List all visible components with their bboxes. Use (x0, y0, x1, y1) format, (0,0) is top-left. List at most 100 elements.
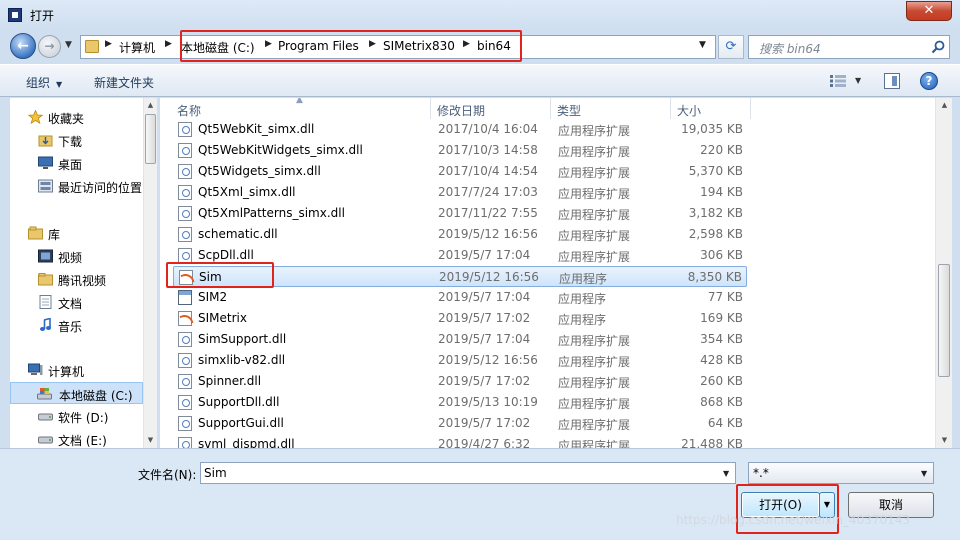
table-row[interactable]: schematic.dll 2019/5/12 16:56 应用程序扩展 2,598 … (173, 224, 747, 245)
library-icon (28, 226, 43, 240)
recent-pages-chevron-icon[interactable]: ▼ (65, 40, 75, 50)
file-size: 194 KB (700, 185, 743, 199)
preview-pane-icon[interactable] (884, 73, 900, 89)
file-size: 64 KB (707, 416, 743, 430)
file-date: 2019/5/7 17:02 (438, 311, 531, 325)
scroll-up-icon[interactable]: ▲ (146, 101, 155, 109)
sidebar-item-label: 下载 (58, 135, 83, 149)
dll-file-icon (178, 143, 192, 158)
scroll-down-icon[interactable]: ▼ (940, 436, 949, 444)
file-type: 应用程序扩展 (558, 376, 631, 390)
sidebar-item-computer[interactable]: 计算机 (10, 359, 143, 381)
scrollbar-thumb[interactable] (145, 114, 156, 164)
table-row[interactable]: Spinner.dll 2019/5/7 17:02 应用程序扩展 260 KB (173, 371, 747, 392)
sort-ascending-icon: ▲ (296, 98, 303, 105)
file-list-scrollbar[interactable]: ▲ ▼ (935, 98, 952, 448)
file-type: 应用程序扩展 (558, 439, 631, 448)
table-row[interactable]: Qt5WebKit_simx.dll 2017/10/4 16:04 应用程序扩展 1… (173, 119, 747, 140)
forward-button[interactable]: → (38, 35, 61, 58)
column-header-size[interactable]: 大小 (671, 98, 751, 119)
file-type: 应用程序 (559, 272, 608, 286)
help-icon[interactable]: ? (920, 72, 938, 90)
drive-icon (37, 388, 52, 400)
breadcrumb-computer[interactable]: 计算机 (119, 39, 155, 56)
dll-file-icon (178, 227, 192, 242)
file-type: 应用程序扩展 (558, 250, 631, 264)
table-row[interactable]: Qt5Xml_simx.dll 2017/7/24 17:03 应用程序扩展 194 … (173, 182, 747, 203)
sidebar-item-label: 腾讯视频 (58, 274, 107, 288)
dll-file-icon (178, 164, 192, 179)
desktop-icon (38, 156, 53, 169)
sidebar-item-label: 桌面 (58, 158, 83, 172)
table-row[interactable]: SupportGui.dll 2019/5/7 17:02 应用程序扩展 64 KB (173, 413, 747, 434)
sidebar-item-documents-e[interactable]: 文档 (E:) (10, 428, 143, 448)
sidebar-item-documents[interactable]: 文档 (10, 291, 143, 313)
file-type: 应用程序扩展 (558, 355, 631, 369)
column-header-date[interactable]: 修改日期 (431, 98, 551, 119)
sidebar-item-label: 库 (48, 228, 61, 242)
sidebar-item-favorites[interactable]: 收藏夹 (10, 106, 143, 128)
file-size: 306 KB (700, 248, 743, 262)
sidebar-item-local-disk-c[interactable]: 本地磁盘 (C:) (10, 382, 143, 404)
column-header-name[interactable]: 名称 ▲ (160, 98, 431, 119)
sidebar-item-music[interactable]: 音乐 (10, 314, 143, 336)
folder-icon (38, 273, 53, 286)
file-name: svml_dispmd.dll (198, 437, 295, 448)
document-icon (39, 295, 52, 309)
table-row[interactable]: SimSupport.dll 2019/5/7 17:04 应用程序扩展 354 KB (173, 329, 747, 350)
new-folder-button[interactable]: 新建文件夹 (94, 74, 154, 91)
table-row[interactable]: SIM2 2019/5/7 17:04 应用程序 77 KB (173, 287, 747, 308)
sidebar-item-label: 收藏夹 (48, 112, 85, 126)
sidebar-item-tencent-video[interactable]: 腾讯视频 (10, 268, 143, 290)
table-row[interactable]: svml_dispmd.dll 2019/4/27 6:32 应用程序扩展 21,48… (173, 434, 747, 448)
breadcrumb-separator-icon[interactable]: ▶ (165, 39, 172, 49)
filename-input[interactable]: Sim ▼ (200, 462, 736, 484)
address-history-chevron-icon[interactable]: ▼ (699, 40, 706, 50)
file-date: 2019/4/27 6:32 (438, 437, 531, 448)
breadcrumb-separator-icon[interactable]: ▶ (105, 39, 112, 49)
command-toolbar: 组织 ▼ 新建文件夹 ▼ ? (0, 64, 960, 97)
file-date: 2019/5/12 16:56 (438, 353, 538, 367)
file-name: SIMetrix (198, 311, 247, 325)
sidebar-item-videos[interactable]: 视频 (10, 245, 143, 267)
view-options-icon[interactable] (830, 75, 846, 87)
sidebar-item-downloads[interactable]: 下载 (10, 129, 143, 151)
file-name: Spinner.dll (198, 374, 262, 388)
scrollbar-thumb[interactable] (938, 264, 950, 377)
sidebar-item-software-d[interactable]: 软件 (D:) (10, 405, 143, 427)
filename-history-chevron-icon[interactable]: ▼ (723, 469, 729, 478)
computer-icon (28, 363, 43, 375)
file-size: 220 KB (700, 143, 743, 157)
table-row[interactable]: simxlib-v82.dll 2019/5/12 16:56 应用程序扩展 428 … (173, 350, 747, 371)
table-row[interactable]: Qt5WebKitWidgets_simx.dll 2017/10/3 14:58… (173, 140, 747, 161)
scroll-up-icon[interactable]: ▲ (940, 101, 949, 109)
sidebar-item-desktop[interactable]: 桌面 (10, 152, 143, 174)
file-type: 应用程序扩展 (558, 145, 631, 159)
view-options-chevron-icon[interactable]: ▼ (855, 76, 861, 85)
navigation-pane-scrollbar[interactable]: ▲ ▼ (143, 98, 157, 448)
file-type: 应用程序扩展 (558, 208, 631, 222)
file-type-filter[interactable]: *.* ▼ (748, 462, 934, 484)
back-button[interactable]: ← (10, 33, 36, 59)
refresh-button[interactable]: ⟳ (718, 35, 744, 59)
column-header-type[interactable]: 类型 (551, 98, 671, 119)
file-size: 868 KB (700, 395, 743, 409)
filter-chevron-icon: ▼ (921, 469, 928, 478)
file-type: 应用程序扩展 (558, 397, 631, 411)
table-row[interactable]: SIMetrix 2019/5/7 17:02 应用程序 169 KB (173, 308, 747, 329)
dll-file-icon (178, 374, 192, 389)
folder-icon (85, 40, 99, 53)
file-name: ScpDll.dll (198, 248, 254, 262)
table-row[interactable]: SupportDll.dll 2019/5/13 10:19 应用程序扩展 868 K… (173, 392, 747, 413)
organize-button[interactable]: 组织 ▼ (26, 74, 62, 91)
close-button[interactable]: ✕ (906, 1, 952, 21)
search-icon[interactable] (931, 40, 945, 54)
search-box[interactable]: 搜索 bin64 (748, 35, 950, 59)
scroll-down-icon[interactable]: ▼ (146, 436, 155, 444)
filter-value: *.* (753, 466, 769, 480)
sidebar-item-recent-places[interactable]: 最近访问的位置 (10, 175, 143, 197)
filename-label: 文件名(N): (138, 468, 197, 482)
table-row[interactable]: Qt5Widgets_simx.dll 2017/10/4 14:54 应用程序扩展… (173, 161, 747, 182)
table-row[interactable]: Qt5XmlPatterns_simx.dll 2017/11/22 7:55 应用… (173, 203, 747, 224)
sidebar-item-libraries[interactable]: 库 (10, 222, 143, 244)
